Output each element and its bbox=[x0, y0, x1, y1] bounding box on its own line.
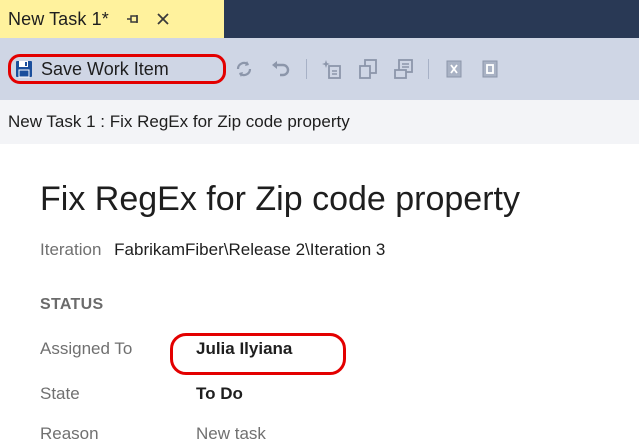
copy-icon[interactable] bbox=[356, 57, 380, 81]
breadcrumb-text: New Task 1 : Fix RegEx for Zip code prop… bbox=[8, 112, 350, 131]
iteration-value[interactable]: FabrikamFiber\Release 2\Iteration 3 bbox=[114, 240, 385, 259]
reason-label: Reason bbox=[40, 424, 99, 443]
reason-field: Reason New task bbox=[40, 424, 440, 448]
save-work-item-label: Save Work Item bbox=[41, 58, 169, 79]
work-item-toolbar: Save Work Item bbox=[0, 38, 639, 100]
assigned-to-highlight bbox=[170, 333, 346, 375]
toolbar-separator bbox=[306, 59, 307, 79]
save-work-item-button[interactable]: Save Work Item bbox=[8, 54, 226, 84]
state-value[interactable]: To Do bbox=[196, 384, 243, 404]
document-tab-strip: New Task 1* bbox=[0, 0, 639, 38]
reason-value[interactable]: New task bbox=[196, 424, 266, 444]
pin-icon[interactable] bbox=[125, 11, 141, 27]
toolbar-separator bbox=[428, 59, 429, 79]
refresh-icon[interactable] bbox=[232, 57, 256, 81]
work-item-title[interactable]: Fix RegEx for Zip code property bbox=[40, 180, 520, 219]
breadcrumb: New Task 1 : Fix RegEx for Zip code prop… bbox=[0, 100, 639, 144]
tab-new-task-1[interactable]: New Task 1* bbox=[0, 0, 224, 38]
iteration-label: Iteration bbox=[40, 240, 102, 259]
state-label: State bbox=[40, 384, 80, 403]
assigned-to-label: Assigned To bbox=[40, 339, 133, 358]
excel-icon[interactable] bbox=[442, 57, 466, 81]
new-linked-icon[interactable] bbox=[320, 57, 344, 81]
save-icon bbox=[15, 60, 33, 78]
undo-icon[interactable] bbox=[268, 57, 292, 81]
close-icon[interactable] bbox=[155, 11, 171, 27]
tab-title: New Task 1* bbox=[8, 8, 109, 29]
project-icon[interactable] bbox=[478, 57, 502, 81]
iteration-field: Iteration FabrikamFiber\Release 2\Iterat… bbox=[40, 240, 385, 260]
template-icon[interactable] bbox=[392, 57, 416, 81]
state-field: State To Do bbox=[40, 384, 440, 408]
status-section-heading: STATUS bbox=[40, 296, 104, 313]
